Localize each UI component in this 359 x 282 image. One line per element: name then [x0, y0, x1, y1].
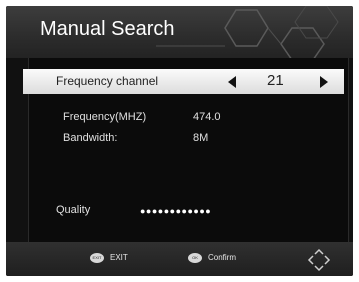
confirm-button[interactable]: Confirm: [208, 253, 236, 262]
bandwidth-value: 8M: [193, 132, 209, 144]
page-title: Manual Search: [40, 18, 175, 40]
dpad-icon: [307, 248, 331, 272]
frequency-value: 474.0: [193, 111, 221, 123]
ok-key-icon: OK: [188, 253, 202, 263]
arrow-right-icon[interactable]: [320, 76, 328, 88]
exit-button[interactable]: EXIT: [110, 253, 128, 262]
footer-bar: EXIT EXIT OK Confirm: [6, 242, 353, 276]
frequency-channel-value: 21: [267, 72, 284, 89]
frequency-channel-label: Frequency channel: [56, 74, 159, 88]
exit-key-icon: EXIT: [90, 253, 104, 263]
arrow-left-icon[interactable]: [228, 76, 236, 88]
bandwidth-label: Bandwidth:: [63, 132, 118, 144]
manual-search-screen: Manual Search Frequency(MHZ) 474.0 Bandw…: [6, 6, 353, 276]
header-bar: Manual Search: [6, 6, 353, 58]
quality-label: Quality: [56, 204, 91, 216]
frequency-label: Frequency(MHZ): [63, 111, 147, 123]
frequency-channel-row[interactable]: Frequency channel 21: [23, 69, 344, 94]
quality-indicator: ●●●●●●●●●●●●: [140, 206, 212, 216]
